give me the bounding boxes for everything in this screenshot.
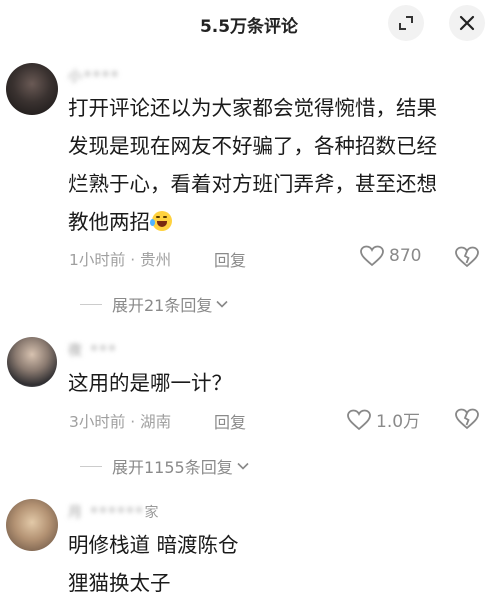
comments-header: 5.5万条评论 [0,0,498,46]
avatar[interactable] [7,337,57,387]
laugh-cry-emoji-icon [150,211,172,231]
username-blurred: 月 ****** [68,505,145,521]
comment-line: 这用的是哪一计？ [68,371,232,395]
comment-line: 烂熟于心，看着对方班门弄斧，甚至还想 [68,172,437,196]
avatar[interactable] [6,63,58,115]
username[interactable]: 夜 *** [68,340,117,360]
comment-text: 打开评论还以为大家都会觉得惋惜，结果 发现是现在网友不好骗了，各种招数已经 烂熟… [68,89,488,241]
reply-button[interactable]: 回复 [214,409,246,433]
expand-replies-button[interactable]: 展开21条回复 [80,292,228,316]
username[interactable]: 小**** [68,66,120,86]
time-location: 1小时前 · 贵州 [69,251,172,269]
comment-line: 教他两招 [68,203,488,241]
close-icon [459,15,475,31]
like-button[interactable]: 1.0万 [347,407,420,432]
heart-icon [360,245,384,267]
expand-replies-label: 展开21条回复 [112,296,213,315]
divider [80,465,102,467]
comment-line: 狸猫换太子 [68,571,171,595]
comment-line: 打开评论还以为大家都会觉得惋惜，结果 [68,96,437,120]
comment-text: 明修栈道 暗渡陈仓 狸猫换太子 [68,526,488,602]
heart-icon [347,409,371,430]
close-button[interactable] [449,5,485,41]
chevron-down-icon [237,462,249,470]
expand-replies-label: 展开1155条回复 [112,458,233,477]
divider [80,303,102,305]
reply-button[interactable]: 回复 [214,247,246,271]
username[interactable]: 月 ******家 [68,502,158,522]
broken-heart-icon[interactable] [455,408,479,430]
comment-line: 发现是现在网友不好骗了，各种招数已经 [68,134,437,158]
time-location: 3小时前 · 湖南 [69,413,172,431]
username-tail: 家 [144,505,159,521]
comment-text: 这用的是哪一计？ [68,364,488,402]
chevron-down-icon [216,300,228,308]
broken-heart-icon[interactable] [455,246,479,268]
avatar[interactable] [6,499,58,551]
expand-replies-button[interactable]: 展开1155条回复 [80,454,249,478]
comment-line-text: 教他两招 [68,210,150,234]
like-count: 870 [389,246,422,266]
expand-icon [399,16,413,30]
expand-button[interactable] [388,5,424,41]
like-count: 1.0万 [376,412,421,432]
comment-line: 明修栈道 暗渡陈仓 [68,533,239,557]
like-button[interactable]: 870 [360,245,421,267]
